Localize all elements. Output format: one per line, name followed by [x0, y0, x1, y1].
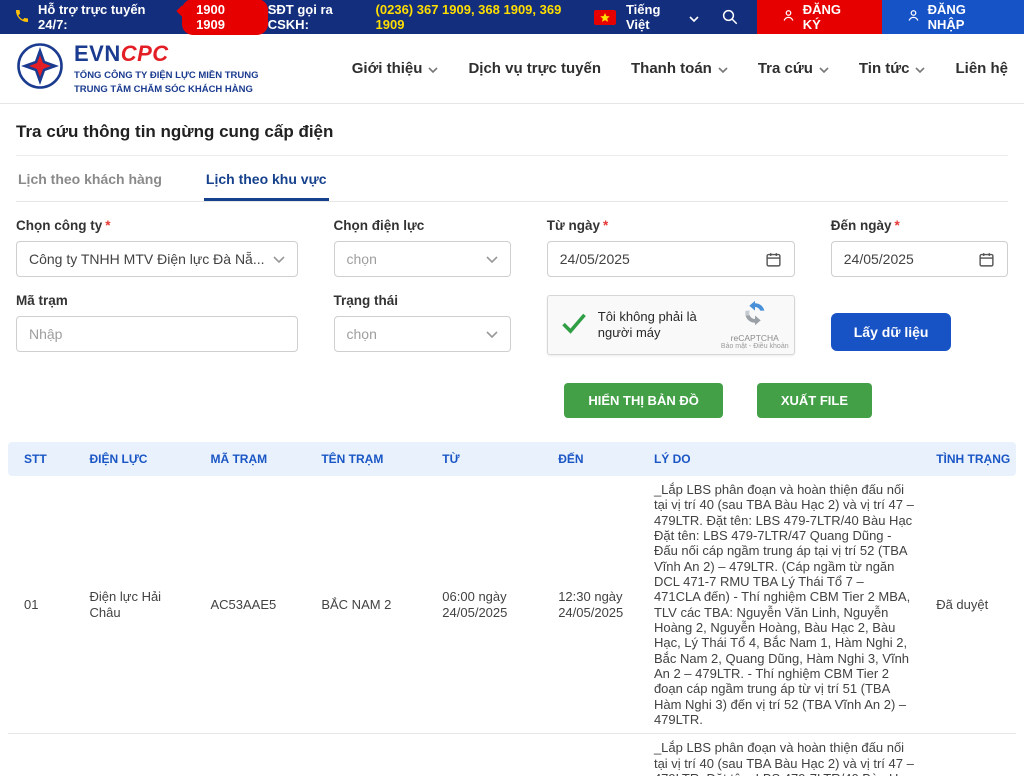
- main-nav: Giới thiệu Dịch vụ trực tuyến Thanh toán…: [352, 60, 1008, 77]
- col-den: ĐẾN: [542, 442, 638, 476]
- recaptcha-label: Tôi không phải là người máy: [598, 309, 714, 342]
- top-utility-bar: Hỗ trợ trực tuyến 24/7: 1900 1909 SĐT gọ…: [0, 0, 1024, 34]
- company-label: Chọn công ty*: [16, 218, 298, 233]
- fetch-data-button[interactable]: Lấy dữ liệu: [831, 313, 952, 351]
- company-select[interactable]: Công ty TNHH MTV Điện lực Đà Nẵ...: [16, 241, 298, 277]
- cskh-phone-numbers: SĐT gọi ra CSKH: (0236) 367 1909, 368 19…: [268, 2, 580, 32]
- cell-dien-luc: Điện lực Hải Châu: [74, 476, 195, 734]
- cell-den: 12:30 ngày 24/05/2025: [542, 476, 638, 734]
- cell-den: 12:30 ngày: [542, 734, 638, 776]
- table-actions: HIỂN THỊ BẢN ĐỒ XUẤT FILE: [16, 383, 1008, 418]
- recaptcha-brand: reCAPTCHA Bảo mật - Điều khoản: [724, 300, 786, 350]
- tab-lich-theo-khach-hang[interactable]: Lịch theo khách hàng: [16, 156, 164, 201]
- power-unit-label: Chọn điện lực: [334, 218, 511, 233]
- from-date-label: Từ ngày*: [547, 218, 795, 233]
- tab-lich-theo-khu-vuc[interactable]: Lịch theo khu vực: [204, 156, 329, 201]
- cell-ma-tram: AC53AAE1: [194, 734, 305, 776]
- chevron-down-icon: [819, 67, 829, 73]
- language-selector[interactable]: Tiếng Việt: [626, 2, 699, 32]
- nav-thanh-toan[interactable]: Thanh toán: [631, 60, 728, 77]
- col-ten-tram: TÊN TRẠM: [305, 442, 426, 476]
- cell-ten-tram: BẮC NAM 2: [305, 476, 426, 734]
- to-date-input[interactable]: 24/05/2025: [831, 241, 1008, 277]
- to-date-label: Đến ngày*: [831, 218, 1008, 233]
- org-line-2: TRUNG TÂM CHĂM SÓC KHÁCH HÀNG: [74, 83, 259, 97]
- chevron-down-icon: [486, 256, 498, 263]
- site-header: EVNCPC TỔNG CÔNG TY ĐIỆN LỰC MIỀN TRUNG …: [0, 34, 1024, 104]
- col-tinh-trang: TÌNH TRẠNG: [920, 442, 1016, 476]
- cell-ly-do: _Lắp LBS phân đoạn và hoàn thiện đấu nối…: [638, 734, 920, 776]
- cell-tu: 06:00 ngày 24/05/2025: [426, 476, 542, 734]
- show-map-button[interactable]: HIỂN THỊ BẢN ĐỒ: [564, 383, 723, 418]
- col-tu: TỪ: [426, 442, 542, 476]
- evncpc-logo[interactable]: EVNCPC TỔNG CÔNG TY ĐIỆN LỰC MIỀN TRUNG …: [16, 41, 259, 97]
- brand-name: EVNCPC: [74, 41, 259, 67]
- nav-tra-cuu[interactable]: Tra cứu: [758, 60, 829, 77]
- chevron-down-icon: [689, 10, 699, 25]
- cell-ma-tram: AC53AAE5: [194, 476, 305, 734]
- status-label: Trạng thái: [334, 293, 511, 308]
- user-icon: [906, 8, 921, 26]
- cell-dien-luc: Điện lực Hải Châu: [74, 734, 195, 776]
- calendar-icon: [978, 251, 995, 268]
- nav-lien-he[interactable]: Liên hệ: [955, 60, 1008, 77]
- nav-dich-vu-truc-tuyen[interactable]: Dịch vụ trực tuyến: [468, 60, 601, 77]
- user-icon: [781, 8, 796, 26]
- table-row: 01 Điện lực Hải Châu AC53AAE5 BẮC NAM 2 …: [8, 476, 1016, 734]
- chevron-down-icon: [915, 67, 925, 73]
- org-line-1: TỔNG CÔNG TY ĐIỆN LỰC MIỀN TRUNG: [74, 69, 259, 83]
- search-icon[interactable]: [713, 8, 747, 26]
- nav-tin-tuc[interactable]: Tin tức: [859, 60, 926, 77]
- evn-star-icon: [16, 42, 64, 95]
- status-select[interactable]: chọn: [334, 316, 511, 352]
- vietnam-flag-icon: [594, 10, 616, 25]
- cell-stt: 02: [8, 734, 74, 776]
- chevron-down-icon: [428, 67, 438, 73]
- col-dien-luc: ĐIỆN LỰC: [74, 442, 195, 476]
- calendar-icon: [765, 251, 782, 268]
- phone-icon: [14, 8, 30, 27]
- cell-ly-do: _Lắp LBS phân đoạn và hoàn thiện đấu nối…: [638, 476, 920, 734]
- station-code-input[interactable]: [16, 316, 298, 352]
- col-stt: STT: [8, 442, 74, 476]
- station-code-label: Mã trạm: [16, 293, 298, 308]
- nav-gioi-thieu[interactable]: Giới thiệu: [352, 60, 439, 77]
- login-button[interactable]: ĐĂNG NHẬP: [882, 0, 1024, 34]
- outage-table: STT ĐIỆN LỰC MÃ TRẠM TÊN TRẠM TỪ ĐẾN LÝ …: [8, 442, 1016, 776]
- cell-tinh-trang: Đã duyệt: [920, 476, 1016, 734]
- page-title: Tra cứu thông tin ngừng cung cấp điện: [16, 104, 1008, 156]
- schedule-tabs: Lịch theo khách hàng Lịch theo khu vực: [16, 156, 1008, 202]
- col-ma-tram: MÃ TRẠM: [194, 442, 305, 476]
- outage-table-body: 01 Điện lực Hải Châu AC53AAE5 BẮC NAM 2 …: [8, 476, 1016, 776]
- chevron-down-icon: [273, 256, 285, 263]
- from-date-input[interactable]: 24/05/2025: [547, 241, 795, 277]
- checkmark-icon: [560, 309, 588, 342]
- chevron-down-icon: [486, 331, 498, 338]
- chevron-down-icon: [718, 67, 728, 73]
- recaptcha-logo-icon: [742, 300, 768, 331]
- col-ly-do: LÝ DO: [638, 442, 920, 476]
- register-button[interactable]: ĐĂNG KÝ: [757, 0, 882, 34]
- export-file-button[interactable]: XUẤT FILE: [757, 383, 872, 418]
- cell-tu: 06:00 ngày: [426, 734, 542, 776]
- cell-ten-tram: NGUYỄN HOÀNG: [305, 734, 426, 776]
- table-row: 02 Điện lực Hải Châu AC53AAE1 NGUYỄN HOÀ…: [8, 734, 1016, 776]
- hotline-badge[interactable]: 1900 1909: [182, 0, 268, 35]
- search-form: Chọn công ty* Công ty TNHH MTV Điện lực …: [16, 218, 1008, 355]
- support-label: Hỗ trợ trực tuyến 24/7:: [38, 2, 170, 32]
- cell-tinh-trang: Đã duyệt: [920, 734, 1016, 776]
- table-header-row: STT ĐIỆN LỰC MÃ TRẠM TÊN TRẠM TỪ ĐẾN LÝ …: [8, 442, 1016, 476]
- cell-stt: 01: [8, 476, 74, 734]
- recaptcha-widget[interactable]: Tôi không phải là người máy reCAPTCHA Bả…: [547, 295, 795, 355]
- power-unit-select[interactable]: chọn: [334, 241, 511, 277]
